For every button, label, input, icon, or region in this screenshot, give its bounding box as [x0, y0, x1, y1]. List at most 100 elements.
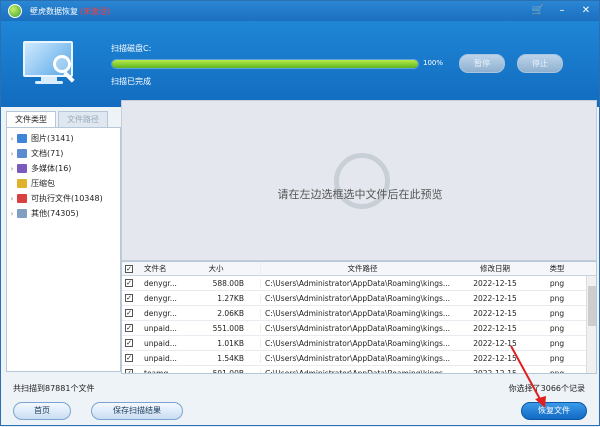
home-button[interactable]: 首页 [13, 402, 71, 420]
row-checkbox[interactable]: ✓ [125, 324, 133, 332]
tree-item[interactable]: › 图片(3141) [7, 131, 120, 146]
cell-size: 1.54KB [217, 353, 244, 363]
tree-item-label: 图片(3141) [31, 134, 74, 143]
row-checkbox[interactable]: ✓ [125, 294, 133, 302]
col-header-path[interactable]: 文件路径 [260, 263, 460, 274]
stop-button[interactable]: 停止 [517, 54, 563, 73]
row-checkbox[interactable]: ✓ [125, 354, 133, 362]
pause-button[interactable]: 暂停 [459, 54, 505, 73]
scan-progress-percent: 100% [423, 59, 444, 67]
row-checkbox[interactable]: ✓ [125, 309, 133, 317]
cell-size: 1.01KB [217, 338, 244, 348]
cell-type: png [549, 368, 565, 374]
recover-files-button[interactable]: 恢复文件 [521, 402, 587, 420]
cart-icon[interactable]: 🛒 [531, 4, 545, 18]
cell-size: 551.00B [212, 323, 244, 333]
folder-icon [17, 134, 27, 143]
table-row[interactable]: ✓ denygr... 1.27KB C:\Users\Administrator\A… [122, 291, 596, 306]
cell-name: unpaid... [144, 353, 177, 363]
tree-item[interactable]: › 其他(74305) [7, 206, 120, 221]
cell-type: png [549, 323, 565, 333]
cell-name: denygr... [144, 293, 177, 303]
tree-item[interactable]: 压缩包 [7, 176, 120, 191]
tree-item-label: 可执行文件(10348) [31, 194, 103, 203]
cell-name: unpaid... [144, 323, 177, 333]
row-checkbox[interactable]: ✓ [125, 369, 133, 373]
cell-path: C:\Users\Administrator\AppData\Roaming\k… [260, 368, 460, 373]
col-header-date[interactable]: 修改日期 [460, 263, 530, 274]
table-row[interactable]: ✓ denygr... 2.06KB C:\Users\Administrator\A… [122, 306, 596, 321]
col-header-size[interactable]: 大小 [188, 263, 260, 274]
tree-item[interactable]: › 多媒体(16) [7, 161, 120, 176]
scan-status-text: 扫描已完成 [111, 77, 151, 86]
folder-icon [17, 209, 27, 218]
preview-pane: 请在左边选框选中文件后在此预览 [121, 100, 597, 261]
app-title: 壁虎数据恢复 [30, 6, 78, 16]
app-logo-icon [8, 4, 22, 18]
tree-item-label: 文档(71) [31, 149, 64, 158]
cell-path: C:\Users\Administrator\AppData\Roaming\k… [260, 338, 460, 348]
col-header-type[interactable]: 类型 [530, 263, 584, 274]
expand-caret-icon[interactable]: › [7, 150, 17, 158]
expand-caret-icon[interactable]: › [7, 135, 17, 143]
tab-file-path[interactable]: 文件路径 [58, 111, 108, 127]
select-all-checkbox[interactable]: ✓ [125, 264, 133, 273]
cell-date: 2022-12-15 [473, 353, 517, 363]
expand-caret-icon[interactable]: › [7, 210, 17, 218]
cell-name: denygr... [144, 278, 177, 288]
tree-item-label: 其他(74305) [31, 209, 79, 218]
cell-date: 2022-12-15 [473, 278, 517, 288]
title-bar: 壁虎数据恢复 (未激活) 🛒 – ✕ [1, 1, 599, 21]
cell-date: 2022-12-15 [473, 338, 517, 348]
table-row[interactable]: ✓ unpaid... 1.01KB C:\Users\Administrator\A… [122, 336, 596, 351]
minimize-icon[interactable]: – [555, 4, 569, 18]
scan-header: 扫描磁盘C: 100% 扫描已完成 暂停 停止 [1, 21, 599, 107]
cell-type: png [549, 353, 565, 363]
cell-path: C:\Users\Administrator\AppData\Roaming\k… [260, 308, 460, 318]
cell-size: 1.27KB [217, 293, 244, 303]
row-checkbox[interactable]: ✓ [125, 339, 133, 347]
cell-date: 2022-12-15 [473, 323, 517, 333]
table-row[interactable]: ✓ unpaid... 1.54KB C:\Users\Administrator\A… [122, 351, 596, 366]
file-type-tree: › 图片(3141) › 文档(71) › 多媒体(16) 压缩包 › 可执行文件(10348)… [6, 127, 121, 372]
tree-item[interactable]: › 可执行文件(10348) [7, 191, 120, 206]
file-table: ✓ 文件名 大小 文件路径 修改日期 类型 ✓ denygr... 588.00B C… [121, 261, 597, 374]
table-row[interactable]: ✓ teamg... 591.00B C:\Users\Administrator\A… [122, 366, 596, 374]
cell-type: png [549, 293, 565, 303]
unregistered-badge[interactable]: (未激活) [80, 6, 110, 17]
row-checkbox[interactable]: ✓ [125, 279, 133, 287]
cell-path: C:\Users\Administrator\AppData\Roaming\k… [260, 293, 460, 303]
cell-path: C:\Users\Administrator\AppData\Roaming\k… [260, 278, 460, 288]
tree-item-label: 压缩包 [31, 179, 55, 188]
app-window: 壁虎数据恢复 (未激活) 🛒 – ✕ 扫描磁盘C: 100% 扫描已完成 暂停 … [0, 0, 600, 426]
col-header-name[interactable]: 文件名 [136, 263, 188, 274]
table-scrollbar[interactable] [586, 276, 596, 373]
cell-name: teamg... [144, 368, 176, 374]
cell-type: png [549, 308, 565, 318]
cell-type: png [549, 278, 565, 288]
expand-caret-icon[interactable]: › [7, 165, 17, 173]
preview-hint: 请在左边选框选中文件后在此预览 [277, 188, 443, 201]
found-count-text: 共扫描到87881个文件 [13, 384, 95, 393]
cell-date: 2022-12-15 [473, 308, 517, 318]
cell-type: png [549, 338, 565, 348]
tree-item[interactable]: › 文档(71) [7, 146, 120, 161]
cell-name: unpaid... [144, 338, 177, 348]
scan-progress-fill [112, 60, 418, 68]
tree-item-label: 多媒体(16) [31, 164, 72, 173]
tab-file-type[interactable]: 文件类型 [6, 111, 56, 127]
cell-size: 588.00B [212, 278, 244, 288]
cell-name: denygr... [144, 308, 177, 318]
folder-icon [17, 149, 27, 158]
scan-disk-label: 扫描磁盘C: [111, 44, 152, 53]
folder-icon [17, 194, 27, 203]
cell-date: 2022-12-15 [473, 368, 517, 374]
expand-caret-icon[interactable]: › [7, 195, 17, 203]
table-row[interactable]: ✓ denygr... 588.00B C:\Users\Administrator\… [122, 276, 596, 291]
table-row[interactable]: ✓ unpaid... 551.00B C:\Users\Administrator\… [122, 321, 596, 336]
save-scan-button[interactable]: 保存扫描结果 [91, 402, 183, 420]
close-icon[interactable]: ✕ [579, 4, 593, 18]
view-tabs: 文件类型 文件路径 [6, 111, 108, 127]
cell-size: 591.00B [212, 368, 244, 374]
cell-path: C:\Users\Administrator\AppData\Roaming\k… [260, 323, 460, 333]
